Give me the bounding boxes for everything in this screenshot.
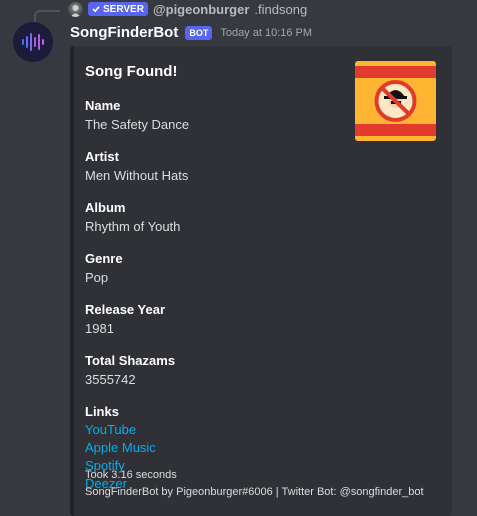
field-genre: Genre Pop: [85, 249, 345, 288]
field-name: Name The Safety Dance: [85, 96, 345, 135]
embed-footer: Took 3.16 seconds SongFinderBot by Pigeo…: [85, 467, 424, 501]
album-art-thumbnail[interactable]: [355, 61, 436, 141]
field-label: Links: [85, 404, 119, 419]
field-label: Album: [85, 200, 126, 215]
bot-tag: BOT: [185, 25, 213, 40]
field-label: Artist: [85, 149, 119, 164]
server-tag-label: SERVER: [103, 3, 144, 15]
apple-music-link[interactable]: Apple Music: [85, 439, 345, 457]
reply-username[interactable]: @pigeonburger: [153, 2, 249, 17]
user-avatar-icon: [70, 4, 81, 17]
field-artist: Artist Men Without Hats: [85, 147, 345, 186]
field-value: 1981: [85, 321, 114, 336]
reply-avatar[interactable]: [68, 1, 83, 17]
footer-credit: SongFinderBot by Pigeonburger#6006 | Twi…: [85, 486, 424, 498]
field-value: 3555742: [85, 372, 136, 387]
reply-reference[interactable]: SERVER @pigeonburger .findsong: [68, 1, 307, 17]
footer-time: Took 3.16 seconds: [85, 469, 177, 481]
no-hats-sign-icon: [374, 80, 417, 122]
audio-waveform-icon: [22, 33, 44, 51]
reply-content[interactable]: .findsong: [254, 2, 307, 17]
field-release-year: Release Year 1981: [85, 300, 345, 339]
embed-title: Song Found!: [85, 63, 178, 80]
field-label: Total Shazams: [85, 353, 176, 368]
field-label: Genre: [85, 251, 123, 266]
field-album: Album Rhythm of Youth: [85, 198, 345, 237]
message-timestamp[interactable]: Today at 10:16 PM: [220, 27, 312, 39]
field-value: The Safety Dance: [85, 117, 190, 132]
embed-body: Song Found! Name The Safety Dance Artist…: [85, 63, 345, 505]
check-icon: [92, 6, 100, 13]
field-value: Pop: [85, 270, 109, 285]
server-tag: SERVER: [88, 2, 148, 16]
field-value: Men Without Hats: [85, 168, 189, 183]
field-value: Rhythm of Youth: [85, 219, 181, 234]
bot-avatar[interactable]: [13, 22, 53, 62]
message-header: SongFinderBot BOT Today at 10:16 PM: [70, 24, 312, 41]
bot-username[interactable]: SongFinderBot: [70, 24, 178, 41]
field-total-shazams: Total Shazams 3555742: [85, 351, 345, 390]
song-embed: Song Found! Name The Safety Dance Artist…: [70, 46, 452, 516]
field-label: Release Year: [85, 302, 165, 317]
youtube-link[interactable]: YouTube: [85, 421, 345, 439]
field-label: Name: [85, 98, 121, 113]
